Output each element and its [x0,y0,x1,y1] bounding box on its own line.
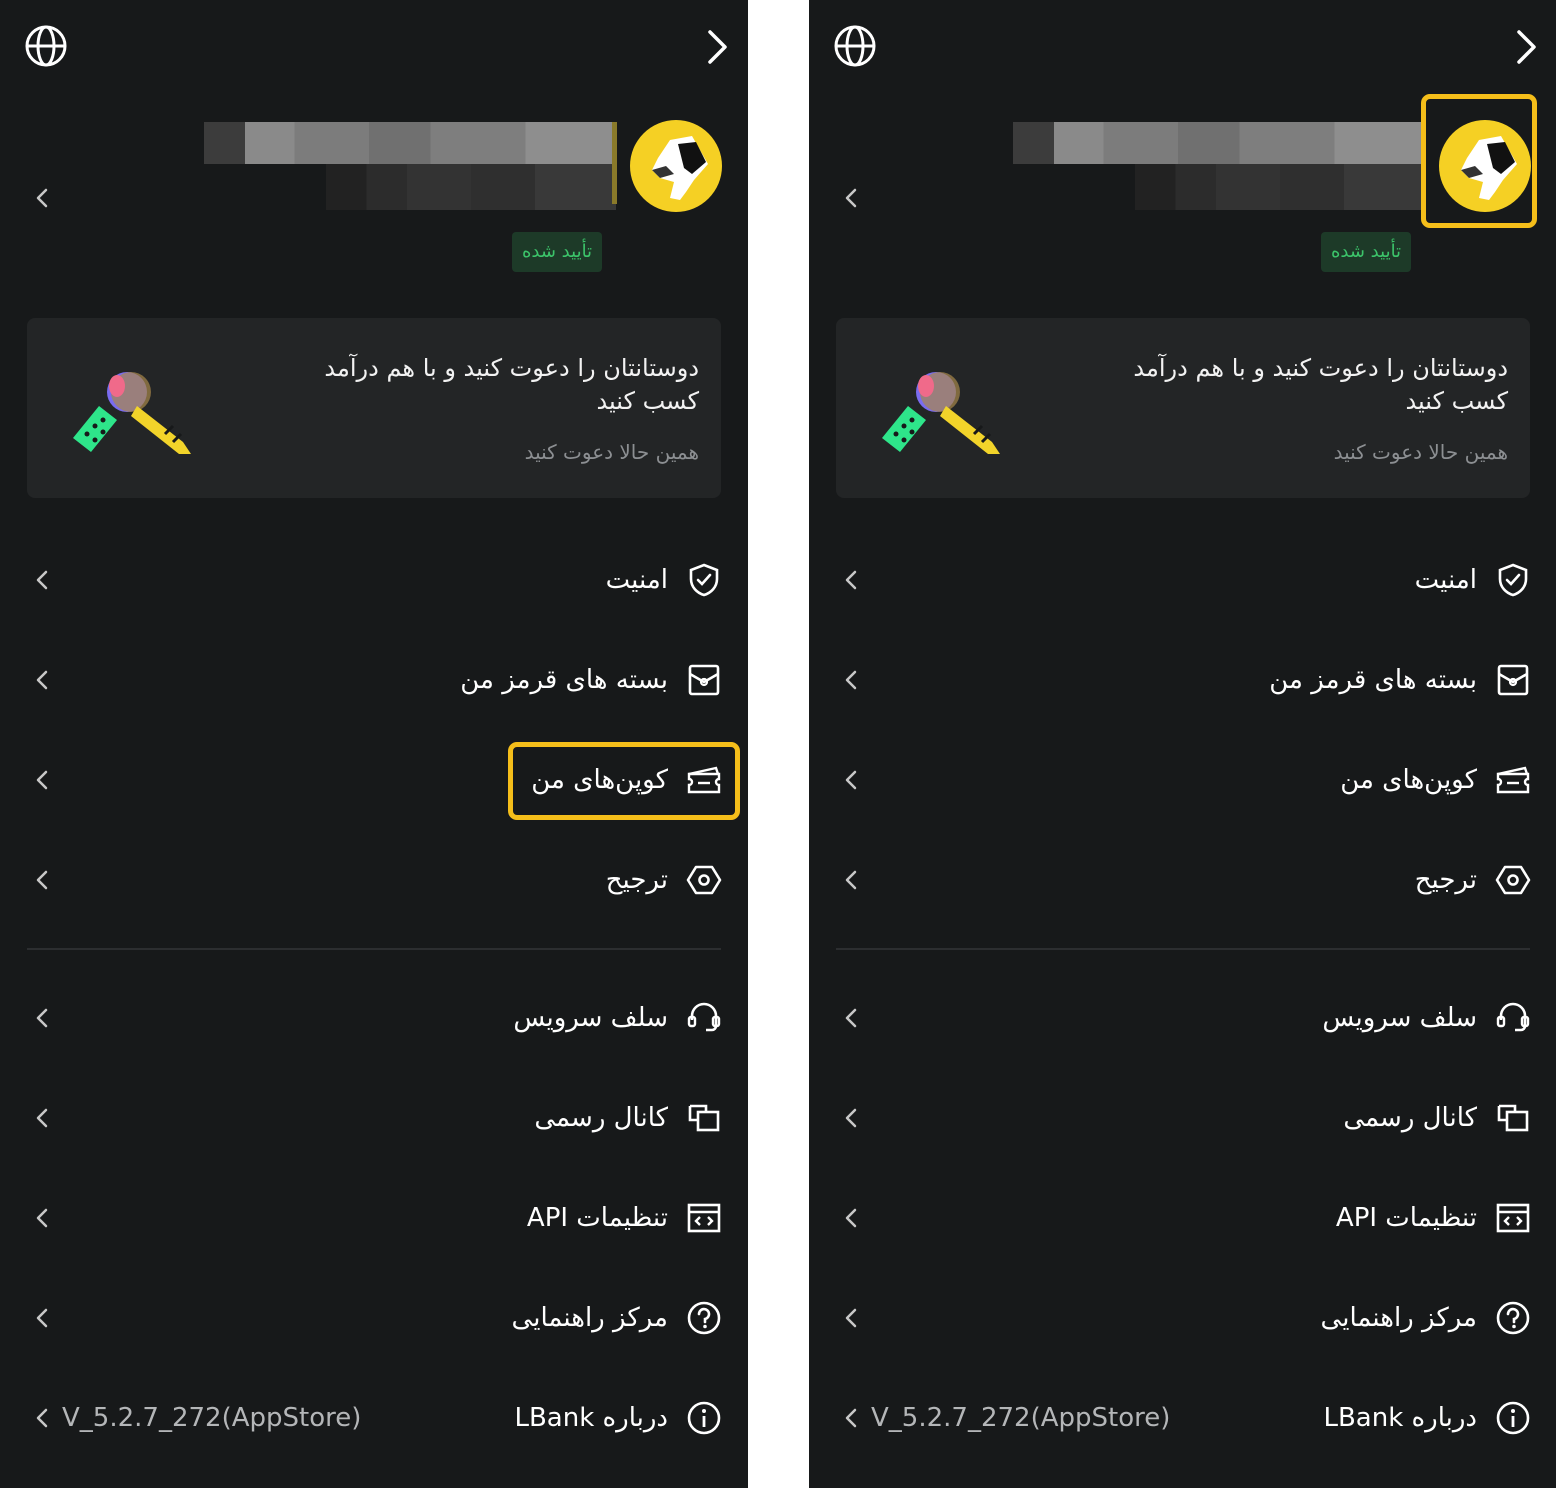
menu-divider [27,948,721,950]
invite-subtitle: همین حالا دعوت کنید [524,440,699,464]
shield-check-icon [1498,563,1528,597]
verified-badge: تأیید شده [512,232,603,272]
menu-label: کانال رسمی [534,1103,668,1133]
menu-item-help-center[interactable]: مرکز راهنمایی [809,1278,1556,1358]
headset-icon [687,1002,721,1032]
menu-label: کوپن‌های من [1340,765,1477,795]
user-id-redacted [326,164,616,210]
coupons-highlight [508,742,740,820]
key-illustration-icon [73,372,191,454]
menu-item-official-channel[interactable]: کانال رسمی [809,1078,1556,1158]
avatar-icon[interactable] [630,120,722,212]
chevron-left-icon [36,1308,48,1328]
chevron-right-icon[interactable] [1513,28,1539,66]
info-circle-icon [687,1401,721,1435]
menu-item-api-settings[interactable]: تنظیمات API [0,1178,748,1258]
chevron-left-icon [845,1008,857,1028]
chevron-left-icon [845,670,857,690]
menu-item-red-packets[interactable]: بسته های قرمز من [809,640,1556,720]
globe-icon[interactable] [24,24,68,68]
menu-item-official-channel[interactable]: کانال رسمی [0,1078,748,1158]
username-redacted [204,122,616,164]
chevron-left-icon [36,770,48,790]
menu-item-security[interactable]: امنیت [0,540,748,620]
app-version: V_5.2.7_272(AppStore) [62,1403,362,1433]
menu-label: درباره LBank [1323,1403,1477,1433]
menu-item-about[interactable]: V_5.2.7_272(AppStore) درباره LBank [0,1378,748,1458]
menu-item-api-settings[interactable]: تنظیمات API [809,1178,1556,1258]
menu-divider [836,948,1530,950]
avatar-highlight [1421,94,1537,228]
chevron-left-icon[interactable] [843,186,859,210]
chevron-left-icon [36,1108,48,1128]
settings-hexagon-icon [686,865,722,895]
channel-icon [1497,1104,1529,1132]
menu-item-preferences[interactable]: ترجیح [809,840,1556,920]
help-circle-icon [1496,1301,1530,1335]
menu-label: تنظیمات API [526,1203,668,1233]
chevron-left-icon [845,1108,857,1128]
menu-item-help-center[interactable]: مرکز راهنمایی [0,1278,748,1358]
chevron-left-icon [36,1008,48,1028]
chevron-left-icon [36,870,48,890]
invite-card[interactable]: دوستانتان را دعوت کنید و با هم درآمد کسب… [836,318,1530,498]
menu-label: کانال رسمی [1343,1103,1477,1133]
menu-label: ترجیح [1414,865,1477,895]
chevron-left-icon [36,670,48,690]
settings-hexagon-icon [1495,865,1531,895]
chevron-left-icon [845,870,857,890]
username-redacted [1013,122,1425,164]
menu-item-red-packets[interactable]: بسته های قرمز من [0,640,748,720]
api-code-icon [687,1203,721,1233]
api-code-icon [1496,1203,1530,1233]
invite-title: دوستانتان را دعوت کنید و با هم درآمد کسب… [324,354,699,415]
menu-item-self-service[interactable]: سلف سرویس [809,978,1556,1058]
headset-icon [1496,1002,1530,1032]
menu-label: بسته های قرمز من [460,665,668,695]
chevron-right-icon[interactable] [704,28,730,66]
menu-label: مرکز راهنمایی [511,1303,668,1333]
key-illustration-icon [882,372,1000,454]
info-circle-icon [1496,1401,1530,1435]
red-packet-icon [1497,664,1529,696]
menu-item-self-service[interactable]: سلف سرویس [0,978,748,1058]
menu-label: بسته های قرمز من [1269,665,1477,695]
verified-badge: تأیید شده [1321,232,1412,272]
drawer-panel-left: تأیید شده دوستانتان را دعوت کنید و با هم… [0,0,748,1488]
menu-label: تنظیمات API [1335,1203,1477,1233]
chevron-left-icon [845,1408,857,1428]
menu-item-preferences[interactable]: ترجیح [0,840,748,920]
menu-label: درباره LBank [514,1403,668,1433]
menu-label: مرکز راهنمایی [1320,1303,1477,1333]
chevron-left-icon [845,570,857,590]
chevron-left-icon[interactable] [34,186,50,210]
help-circle-icon [687,1301,721,1335]
menu-label: سلف سرویس [1322,1003,1477,1033]
menu-label: امنیت [605,565,668,595]
menu-item-about[interactable]: V_5.2.7_272(AppStore) درباره LBank [809,1378,1556,1458]
chevron-left-icon [36,570,48,590]
app-version: V_5.2.7_272(AppStore) [871,1403,1171,1433]
user-id-redacted [1135,164,1425,210]
invite-title: دوستانتان را دعوت کنید و با هم درآمد کسب… [1133,354,1508,415]
menu-label: امنیت [1414,565,1477,595]
chevron-left-icon [845,770,857,790]
drawer-panel-right: تأیید شده دوستانتان را دعوت کنید و با هم… [809,0,1556,1488]
red-packet-icon [688,664,720,696]
chevron-left-icon [845,1308,857,1328]
chevron-left-icon [845,1208,857,1228]
channel-icon [688,1104,720,1132]
menu-item-security[interactable]: امنیت [809,540,1556,620]
coupon-icon [1496,766,1530,794]
invite-subtitle: همین حالا دعوت کنید [1333,440,1508,464]
menu-label: سلف سرویس [513,1003,668,1033]
menu-label: ترجیح [605,865,668,895]
chevron-left-icon [36,1208,48,1228]
globe-icon[interactable] [833,24,877,68]
chevron-left-icon [36,1408,48,1428]
menu-item-coupons[interactable]: کوپن‌های من [809,740,1556,820]
invite-card[interactable]: دوستانتان را دعوت کنید و با هم درآمد کسب… [27,318,721,498]
shield-check-icon [689,563,719,597]
